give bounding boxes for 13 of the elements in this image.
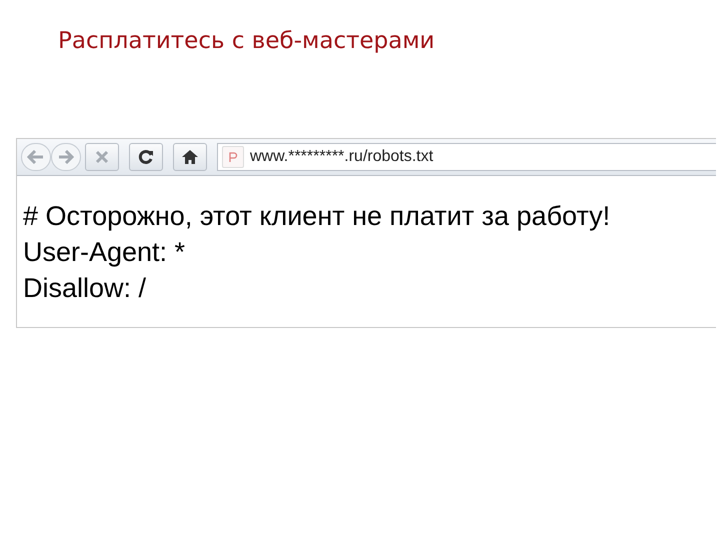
text-line: Disallow: / bbox=[23, 272, 146, 305]
close-icon bbox=[95, 150, 109, 164]
home-button[interactable] bbox=[173, 143, 207, 171]
reload-icon bbox=[138, 149, 154, 165]
house-icon bbox=[182, 150, 198, 164]
left-arrow-icon bbox=[27, 150, 45, 164]
reload-button[interactable] bbox=[129, 143, 163, 171]
text-line: # Осторожно, этот клиент не платит за работу! bbox=[23, 200, 610, 233]
slide-title: Расплатитесь с веб-мастерами bbox=[58, 27, 436, 56]
text-line: User-Agent: * bbox=[23, 236, 186, 269]
right-arrow-icon bbox=[58, 150, 74, 164]
page-icon bbox=[222, 146, 244, 168]
address-bar[interactable]: www.*********.ru/robots.txt bbox=[217, 143, 716, 171]
